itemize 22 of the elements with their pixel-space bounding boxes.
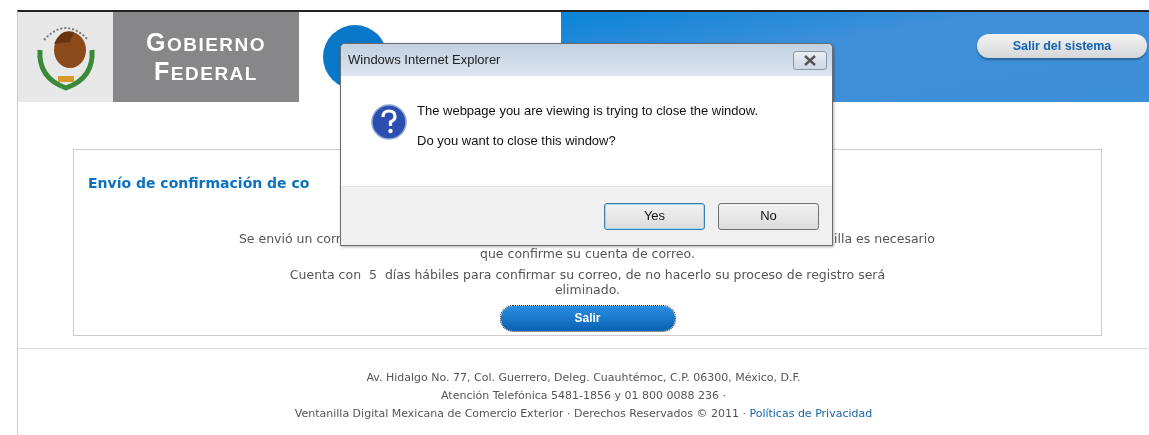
dialog-message: The webpage you are viewing is trying to close the window. <box>417 102 759 120</box>
message-text: eliminado. <box>554 281 621 297</box>
exit-system-button[interactable]: Salir del sistema <box>977 34 1147 58</box>
message-text: Se envió un corr <box>238 230 341 246</box>
close-button[interactable] <box>793 50 827 70</box>
dialog-button[interactable]: Yes <box>604 202 705 230</box>
brand-text: GOBIERNO <box>145 28 267 57</box>
brand-text: FEDERAL <box>154 57 258 86</box>
message-text: illa es necesario <box>834 230 935 246</box>
footer-text: Ventanilla Digital Mexicana de Comercio Exterior · Derechos Reservados © 2011 · <box>294 407 746 420</box>
dialog-title: Windows Internet Explorer <box>348 51 501 70</box>
footer-text: Av. Hidalgo No. 77, Col. Guerrero, Deleg. Cuauhtémoc, C.P. 06300, México, D.F. <box>366 371 801 384</box>
panel-title: Envío de confirmación de co <box>88 175 311 192</box>
footer-text: Atención Telefónica 5481-1856 y 01 800 0088 236 · <box>441 389 726 402</box>
message-text: que confirme su cuenta de correo. <box>480 245 695 261</box>
question-icon <box>371 104 407 140</box>
message-text: Cuenta con 5 días hábiles para confirmar su correo, de no hacerlo su proceso de registro será <box>289 266 886 282</box>
dialog-button[interactable]: No <box>718 202 819 230</box>
exit-button[interactable]: Salir <box>500 305 675 331</box>
privacy-link[interactable]: Políticas de Privacidad <box>749 407 873 420</box>
dialog-message: Do you want to close this window? <box>417 132 617 150</box>
close-icon <box>803 54 817 66</box>
